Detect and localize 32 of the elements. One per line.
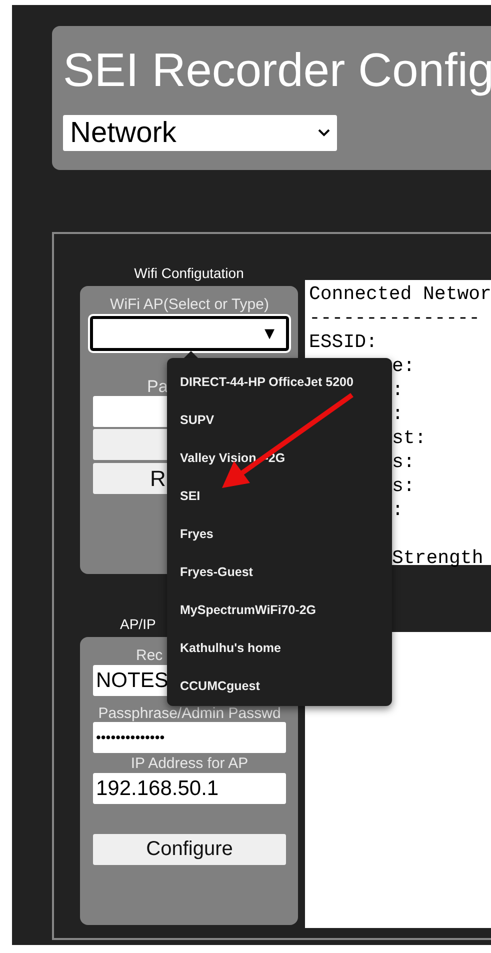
output-line: s: — [392, 451, 415, 473]
output-line: ESSID: — [309, 331, 378, 353]
output-line: st: — [392, 427, 426, 449]
field-label: Passphrase/Admin Passwd — [97, 706, 282, 721]
output-line: : — [392, 403, 404, 425]
ap-combo-field[interactable]: ▼ — [90, 316, 289, 351]
field-label: Rec — [136, 647, 163, 665]
field-label: Pa — [147, 378, 168, 396]
menu-item[interactable]: SEI — [167, 477, 392, 515]
section-heading: Wifi Configutation — [133, 264, 245, 283]
output-line: --------------- — [309, 307, 480, 329]
section-select[interactable]: Network — [63, 115, 337, 151]
output-line: e: — [392, 355, 415, 377]
menu-item[interactable]: SUPV — [167, 401, 392, 439]
output-line: s: — [392, 475, 415, 497]
output-line: Connected Networ — [309, 283, 491, 305]
page-title: SEI Recorder Config — [63, 42, 491, 98]
output-line: : — [392, 379, 404, 401]
menu-item[interactable]: MySpectrumWiFi70-2G — [167, 591, 392, 629]
menu-item[interactable]: Fryes — [167, 515, 392, 553]
menu-item[interactable]: Fryes-Guest — [167, 553, 392, 591]
menu-item[interactable]: Kathulhu's home — [167, 629, 392, 667]
menu-item[interactable]: DIRECT-44-HP OfficeJet 5200 — [167, 363, 392, 401]
field-label: IP Address for AP — [130, 755, 250, 773]
password-field[interactable]: •••••••••••••• — [93, 722, 286, 753]
menu-item[interactable]: CCUMCguest — [167, 667, 392, 705]
field-label: WiFi AP(Select or Type) — [109, 296, 270, 314]
ip-field[interactable]: 192.168.50.1 — [93, 773, 286, 804]
output-line: : — [392, 499, 404, 521]
chevron-icon — [318, 129, 330, 137]
configure-button[interactable]: Configure — [93, 834, 286, 865]
output-line: Strength — [392, 547, 484, 569]
